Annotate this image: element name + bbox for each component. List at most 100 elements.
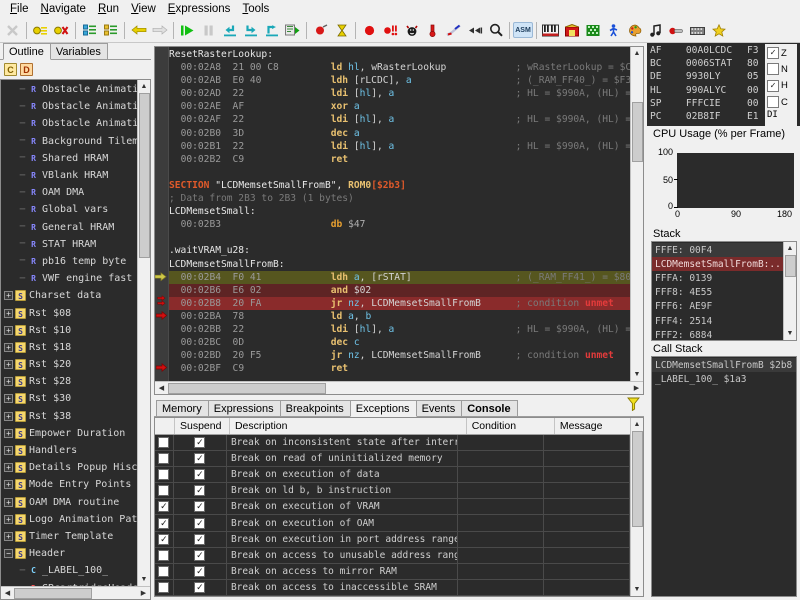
io-register-row[interactable]: STAT80 [709,57,765,70]
tree-expander[interactable]: + [4,394,13,403]
tree-item[interactable]: ─ROAM DMA [1,184,137,201]
registers-panel[interactable]: AF00A0BC0006DE9930HL990ASPFFFCPC02B8 LCD… [647,43,800,126]
code-line[interactable]: SECTION "LCDMemsetSmallFromB", ROM0[$2b3… [169,179,630,192]
tree-item[interactable]: +SDetails Popup Hiscore [1,459,137,476]
tree-item[interactable]: ─C_LABEL_100_ [1,562,137,579]
condition-cell[interactable] [458,580,544,595]
code-line[interactable]: ; Data from 2B3 to 2B3 (1 bytes) [169,192,630,205]
scroll-left-button[interactable]: ◀ [1,587,14,600]
enabled-checkbox[interactable]: ✓ [158,518,169,529]
tree-item[interactable]: +SRst $20 [1,356,137,373]
tree-item[interactable]: ─RGlobal vars [1,201,137,218]
io-register-row[interactable]: IE00 [709,97,765,110]
table-row[interactable]: ✓✓Break on execution in port address ran… [155,532,630,548]
tab-breakpoints[interactable]: Breakpoints [280,400,351,416]
asm-toggle-icon[interactable]: ASM [513,22,533,38]
message-cell[interactable] [544,435,630,450]
suspend-checkbox-cell[interactable]: ✓ [174,467,227,482]
exceptions-vertical-scrollbar[interactable]: ▲ ▼ [630,418,643,596]
code-line[interactable]: 00:02B1 22 ldi [hl], a ; HL = $990A, (HL… [169,140,630,153]
enabled-checkbox[interactable]: ✓ [158,501,169,512]
io-register-row[interactable]: LCDCF3 [709,44,765,57]
hscroll-thumb[interactable] [168,383,326,394]
register-value[interactable]: FFFC [686,98,709,109]
palette-brush-icon[interactable] [443,20,464,41]
condition-cell[interactable] [458,548,544,563]
tree-item[interactable]: +SRst $10 [1,322,137,339]
enabled-checkbox[interactable] [158,469,169,480]
tab-outline[interactable]: Outline [3,43,51,60]
tree-item[interactable]: +SOAM DMA routine [1,494,137,511]
table-row[interactable]: ✓Break on inconsistent state after inter… [155,435,630,451]
hourglass-icon[interactable] [331,20,352,41]
tree-item[interactable]: ─RObstacle Animation Pat [1,81,137,98]
reset-icon[interactable] [401,20,422,41]
pause-icon[interactable] [198,20,219,41]
collapse-all-icon[interactable] [100,20,121,41]
code-line[interactable]: 00:02AD 22 ldi [hl], a ; HL = $990A, (HL… [169,87,630,100]
code-line[interactable]: LCDMemsetSmallFromB: [169,258,630,271]
scroll-down-button[interactable]: ▼ [784,327,797,340]
tree-item[interactable]: ─RShared HRAM [1,150,137,167]
exceptions-table[interactable]: SuspendDescriptionConditionMessage ✓Brea… [154,417,644,597]
code-line[interactable] [169,166,630,179]
piano-roll-icon[interactable] [540,20,561,41]
flag-h-checkbox[interactable]: ✓ [767,80,779,92]
tree-item[interactable]: +SRst $18 [1,339,137,356]
register-row[interactable]: BC0006 [650,57,709,70]
register-value[interactable]: 02B8 [686,111,709,122]
scroll-up-button[interactable]: ▲ [631,47,644,60]
suspend-checkbox[interactable]: ✓ [194,485,205,496]
column-header[interactable]: Condition [467,418,555,434]
link-icon[interactable] [666,20,687,41]
call-stack-row[interactable]: _LABEL_100_ $1a3 [652,372,796,386]
code-line[interactable]: 00:02BB 22 ldi [hl], a ; HL = $990A, (HL… [169,323,630,336]
tree-item[interactable]: ─RGeneral HRAM [1,219,137,236]
code-line[interactable]: .waitVRAM_u28: [169,244,630,257]
table-row[interactable]: ✓✓Break on execution of OAM [155,515,630,531]
enabled-checkbox[interactable] [158,582,169,593]
scroll-up-button[interactable]: ▲ [631,418,644,431]
enabled-checkbox[interactable] [158,550,169,561]
column-header[interactable] [155,418,175,434]
terminate-icon[interactable] [310,20,331,41]
suspend-checkbox[interactable]: ✓ [194,550,205,561]
code-line[interactable]: ResetRasterLookup: [169,48,630,61]
flag-n-checkbox[interactable] [767,63,779,75]
enabled-checkbox-cell[interactable] [155,580,174,595]
enabled-checkbox-cell[interactable] [155,548,174,563]
message-cell[interactable] [544,451,630,466]
scroll-down-button[interactable]: ▼ [138,573,151,586]
condition-cell[interactable] [458,451,544,466]
enabled-checkbox-cell[interactable] [155,483,174,498]
enabled-checkbox[interactable]: ✓ [158,534,169,545]
remove-breakpoint-icon[interactable] [51,20,72,41]
enabled-checkbox-cell[interactable] [155,467,174,482]
register-value[interactable]: 00A0 [686,45,709,56]
suspend-checkbox-cell[interactable]: ✓ [174,483,227,498]
tree-collapser[interactable]: − [4,549,13,558]
condition-cell[interactable] [458,499,544,514]
step-into-icon[interactable] [219,20,240,41]
current-instruction-arrow-icon[interactable] [156,311,168,322]
tree-expander[interactable]: + [4,515,13,524]
condition-cell[interactable] [458,532,544,547]
tree-expander[interactable]: + [4,291,13,300]
stack-row[interactable]: FFF2: 6884 [652,328,783,340]
code-line[interactable]: 00:02AE AF xor a [169,100,630,113]
tree-item[interactable]: ─Rpb16 temp byte [1,253,137,270]
tree-item[interactable]: +SEmpower Duration [1,425,137,442]
tree-expander[interactable]: + [4,360,13,369]
step-frame-icon[interactable] [380,20,401,41]
filter-funnel-icon[interactable] [627,397,640,414]
condition-cell[interactable] [458,564,544,579]
message-cell[interactable] [544,483,630,498]
scroll-up-button[interactable]: ▲ [784,242,797,255]
filter-d-button[interactable]: D [20,63,33,76]
tree-item[interactable]: ─RSTAT HRAM [1,236,137,253]
tree-item[interactable]: +SRst $28 [1,373,137,390]
code-line[interactable]: 00:02BC 0D dec c [169,336,630,349]
register-row[interactable]: AF00A0 [650,44,709,57]
suspend-checkbox[interactable]: ✓ [194,582,205,593]
call-stack-row[interactable]: LCDMemsetSmallFromB $2b8 [652,358,796,372]
